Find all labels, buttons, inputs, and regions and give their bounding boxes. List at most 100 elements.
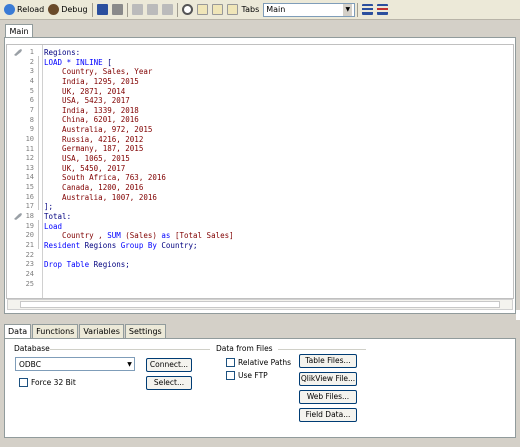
paste-icon — [161, 4, 173, 15]
debug-button[interactable]: Debug — [46, 2, 89, 18]
code-token: UK, 5450, 2017 — [44, 163, 126, 173]
code-token: Resident — [44, 240, 81, 250]
paste-button[interactable] — [160, 2, 175, 18]
database-select[interactable]: ODBC ▼ — [15, 357, 135, 371]
search-button[interactable] — [180, 2, 195, 18]
tab-settings[interactable]: Settings — [124, 324, 166, 338]
code-line[interactable]: Load — [44, 222, 513, 232]
connect-button[interactable]: Connect... — [146, 358, 192, 372]
line-number: 15 — [25, 183, 34, 192]
code-line[interactable]: Regions: — [44, 48, 513, 58]
line-number: 12 — [25, 154, 34, 163]
save-button[interactable] — [95, 2, 110, 18]
field-data-button[interactable]: Field Data... — [299, 408, 357, 422]
code-line[interactable]: LOAD * INLINE [ — [44, 58, 513, 68]
reload-button[interactable]: Reload — [2, 2, 46, 18]
code-line[interactable]: India, 1295, 2015 — [44, 77, 513, 87]
code-line[interactable]: Country, Sales, Year — [44, 67, 513, 77]
relative-paths-checkbox[interactable]: Relative Paths — [226, 358, 291, 367]
use-ftp-label: Use FTP — [238, 371, 268, 380]
line-number-gutter: 1 2 3 4 5 6 7 8 9 10 11 12 13 14 15 16 17 18 19 20 21 22 23 24 2… — [7, 45, 43, 298]
code-line[interactable]: USA, 1065, 2015 — [44, 154, 513, 164]
checkbox-box[interactable] — [19, 378, 28, 387]
code-area[interactable]: Regions: LOAD * INLINE [ Country, Sales, … — [44, 45, 513, 298]
code-line[interactable]: Country , SUM (Sales) as [Total Sales] — [44, 231, 513, 241]
web-files-button[interactable]: Web Files... — [299, 390, 357, 404]
code-line[interactable]: Germany, 187, 2015 — [44, 144, 513, 154]
code-line[interactable]: Total: — [44, 212, 513, 222]
tabs-label: Tabs — [241, 5, 260, 14]
table-files-button[interactable]: Table Files... — [299, 354, 357, 368]
tab-right-icon — [226, 4, 238, 15]
tabs-dropdown[interactable]: Main ▼ — [263, 2, 356, 17]
code-line[interactable]: Australia, 972, 2015 — [44, 125, 513, 135]
checkbox-box[interactable] — [226, 358, 235, 367]
outdent-button[interactable] — [375, 2, 390, 18]
code-line[interactable]: Russia, 4216, 2012 — [44, 135, 513, 145]
code-token: Canada, 1200, 2016 — [44, 182, 144, 192]
code-line[interactable] — [44, 279, 513, 289]
line-number: 25 — [25, 279, 34, 288]
line-number: 24 — [25, 269, 34, 278]
horizontal-scrollbar[interactable] — [7, 299, 513, 310]
copy-button[interactable] — [145, 2, 160, 18]
line-number: 18 — [25, 212, 34, 221]
force-32-bit-checkbox[interactable]: Force 32 Bit — [19, 378, 76, 387]
code-line[interactable]: UK, 2871, 2014 — [44, 87, 513, 97]
code-token: UK, 2871, 2014 — [44, 86, 126, 96]
code-line[interactable]: India, 1339, 2018 — [44, 106, 513, 116]
code-line[interactable]: Canada, 1200, 2016 — [44, 183, 513, 193]
code-line[interactable] — [44, 270, 513, 280]
code-token: Regions: — [44, 48, 81, 57]
code-line[interactable]: South Africa, 763, 2016 — [44, 173, 513, 183]
database-group-label: Database — [14, 344, 50, 353]
print-button[interactable] — [110, 2, 125, 18]
line-number: 2 — [29, 57, 34, 66]
code-token: Regions; — [89, 260, 130, 270]
code-line[interactable] — [44, 250, 513, 260]
code-line[interactable]: UK, 5450, 2017 — [44, 164, 513, 174]
line-number: 4 — [29, 76, 34, 85]
code-line[interactable]: Drop Table Regions; — [44, 260, 513, 270]
toolbar-separator — [357, 2, 359, 17]
data-panel — [4, 338, 516, 438]
line-number: 13 — [25, 163, 34, 172]
tab-left-button[interactable] — [210, 2, 225, 18]
line-number: 20 — [25, 231, 34, 240]
code-line[interactable]: Australia, 1007, 2016 — [44, 193, 513, 203]
copy-icon — [146, 4, 158, 15]
code-line[interactable]: ]; — [44, 202, 513, 212]
chevron-down-icon: ▼ — [343, 3, 353, 16]
scrollbar-thumb[interactable] — [20, 301, 500, 308]
line-number: 6 — [29, 96, 34, 105]
cut-button[interactable] — [130, 2, 145, 18]
code-line[interactable]: Resident Regions Group By Country; — [44, 241, 513, 251]
indent-button[interactable] — [360, 2, 375, 18]
select-button[interactable]: Select... — [146, 376, 192, 390]
divider — [278, 349, 366, 350]
new-tab-button[interactable] — [195, 2, 210, 18]
line-number: 19 — [25, 221, 34, 230]
line-number: 1 — [29, 48, 34, 56]
tab-main[interactable]: Main — [5, 24, 33, 38]
tab-variables[interactable]: Variables — [79, 324, 124, 338]
code-token: ]; — [44, 202, 54, 212]
code-token: [ — [102, 57, 112, 67]
code-line[interactable]: USA, 5423, 2017 — [44, 96, 513, 106]
resize-handle[interactable] — [516, 310, 520, 320]
script-editor[interactable]: 1 2 3 4 5 6 7 8 9 10 11 12 13 14 15 16 17 18 19 20 21 22 23 24 2… — [6, 44, 514, 299]
tab-data[interactable]: Data — [4, 324, 32, 339]
use-ftp-checkbox[interactable]: Use FTP — [226, 371, 268, 380]
code-token: Country , — [44, 231, 108, 241]
reload-label: Reload — [17, 5, 45, 14]
tab-right-button[interactable] — [225, 2, 240, 18]
code-token: LOAD * — [44, 57, 76, 67]
tab-functions[interactable]: Functions — [32, 324, 79, 338]
debug-label: Debug — [61, 5, 88, 14]
checkbox-box[interactable] — [226, 371, 235, 380]
qlikview-file-button[interactable]: QlikView File... — [299, 372, 357, 386]
reload-icon — [4, 4, 15, 15]
toolbar: Reload Debug Tabs Main ▼ — [0, 0, 520, 20]
code-line[interactable]: China, 6201, 2016 — [44, 115, 513, 125]
fold-line — [38, 56, 39, 211]
